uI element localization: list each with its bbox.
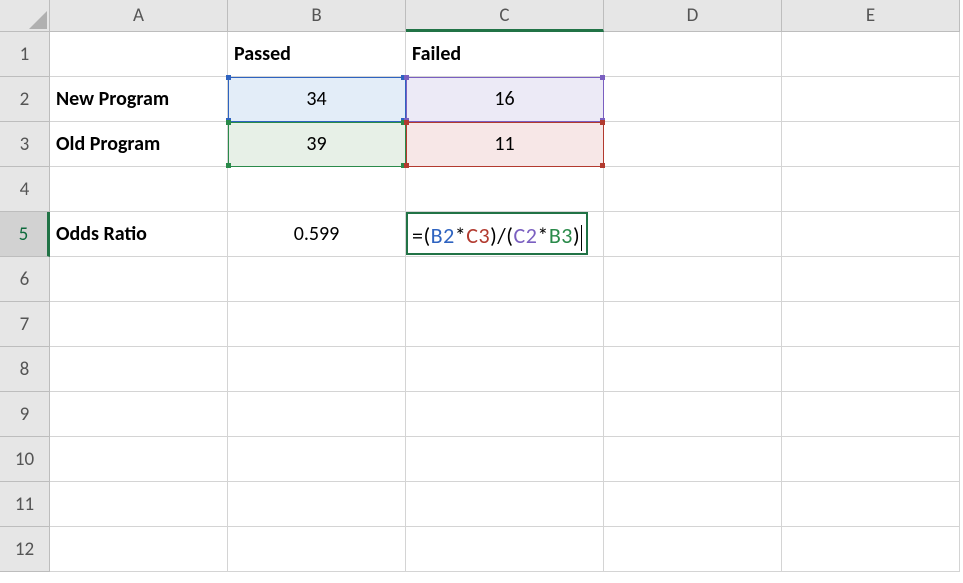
cell-C6[interactable] — [406, 257, 604, 302]
cell-E8[interactable] — [782, 347, 960, 392]
cell-B8[interactable] — [228, 347, 406, 392]
formula-edit-box[interactable]: =(B2*C3)/(C2*B3) — [406, 212, 588, 255]
cell-B11[interactable] — [228, 482, 406, 527]
cell-E11[interactable] — [782, 482, 960, 527]
cell-D1[interactable] — [604, 32, 782, 77]
col-header-B[interactable]: B — [228, 0, 406, 32]
formula-token-star: * — [455, 222, 466, 249]
cell-E4[interactable] — [782, 167, 960, 212]
cell-D4[interactable] — [604, 167, 782, 212]
cell-B1[interactable]: Passed — [228, 32, 406, 77]
cell-C8[interactable] — [406, 347, 604, 392]
cell-C3[interactable]: 11 — [406, 122, 604, 167]
cell-E7[interactable] — [782, 302, 960, 347]
row-header-10[interactable]: 10 — [0, 437, 50, 482]
text-cursor-icon — [581, 225, 582, 251]
cell-A9[interactable] — [50, 392, 228, 437]
cell-A8[interactable] — [50, 347, 228, 392]
cell-B3[interactable]: 39 — [228, 122, 406, 167]
cell-E9[interactable] — [782, 392, 960, 437]
cell-A1[interactable] — [50, 32, 228, 77]
cell-D5[interactable] — [604, 212, 782, 257]
cell-D12[interactable] — [604, 527, 782, 572]
cell-C9[interactable] — [406, 392, 604, 437]
cell-B7[interactable] — [228, 302, 406, 347]
row-header-9[interactable]: 9 — [0, 392, 50, 437]
row-header-5[interactable]: 5 — [0, 212, 50, 257]
cell-A10[interactable] — [50, 437, 228, 482]
formula-token-C3: C3 — [466, 222, 490, 249]
cell-E6[interactable] — [782, 257, 960, 302]
row-header-6[interactable]: 6 — [0, 257, 50, 302]
cell-D9[interactable] — [604, 392, 782, 437]
cell-D10[interactable] — [604, 437, 782, 482]
cell-C10[interactable] — [406, 437, 604, 482]
formula-token-B3: B3 — [549, 222, 573, 249]
cell-B9[interactable] — [228, 392, 406, 437]
cell-A2[interactable]: New Program — [50, 77, 228, 122]
cell-A3[interactable]: Old Program — [50, 122, 228, 167]
formula-token-star2: * — [537, 222, 548, 249]
formula-token-slash: / — [497, 222, 506, 249]
cell-C11[interactable] — [406, 482, 604, 527]
cell-A4[interactable] — [50, 167, 228, 212]
cell-E10[interactable] — [782, 437, 960, 482]
cell-D8[interactable] — [604, 347, 782, 392]
cell-A5[interactable]: Odds Ratio — [50, 212, 228, 257]
col-header-A[interactable]: A — [50, 0, 228, 32]
row-header-1[interactable]: 1 — [0, 32, 50, 77]
cell-C1[interactable]: Failed — [406, 32, 604, 77]
select-all-corner[interactable] — [0, 0, 50, 32]
col-header-C[interactable]: C — [406, 0, 604, 32]
cell-B4[interactable] — [228, 167, 406, 212]
spreadsheet-grid: A B C D E 1 Passed Failed 2 New Program … — [0, 0, 963, 572]
cell-D2[interactable] — [604, 77, 782, 122]
cell-B6[interactable] — [228, 257, 406, 302]
cell-D6[interactable] — [604, 257, 782, 302]
row-header-4[interactable]: 4 — [0, 167, 50, 212]
row-header-8[interactable]: 8 — [0, 347, 50, 392]
formula-token-eq: = — [412, 222, 423, 249]
cell-E2[interactable] — [782, 77, 960, 122]
cell-B10[interactable] — [228, 437, 406, 482]
row-header-11[interactable]: 11 — [0, 482, 50, 527]
col-header-E[interactable]: E — [782, 0, 960, 32]
row-header-2[interactable]: 2 — [0, 77, 50, 122]
formula-token-rparen2: ) — [573, 222, 580, 249]
cell-D11[interactable] — [604, 482, 782, 527]
cell-C4[interactable] — [406, 167, 604, 212]
cell-B2[interactable]: 34 — [228, 77, 406, 122]
cell-A6[interactable] — [50, 257, 228, 302]
cell-E12[interactable] — [782, 527, 960, 572]
cell-D3[interactable] — [604, 122, 782, 167]
cell-C2[interactable]: 16 — [406, 77, 604, 122]
cell-A7[interactable] — [50, 302, 228, 347]
row-header-12[interactable]: 12 — [0, 527, 50, 572]
cell-A12[interactable] — [50, 527, 228, 572]
col-header-D[interactable]: D — [604, 0, 782, 32]
select-all-triangle-icon — [29, 11, 47, 29]
row-header-3[interactable]: 3 — [0, 122, 50, 167]
formula-token-lparen: ( — [423, 222, 430, 249]
cell-A11[interactable] — [50, 482, 228, 527]
cell-C7[interactable] — [406, 302, 604, 347]
cell-B5[interactable]: 0.599 — [228, 212, 406, 257]
formula-token-B2: B2 — [431, 222, 455, 249]
cell-E3[interactable] — [782, 122, 960, 167]
cell-D7[interactable] — [604, 302, 782, 347]
cell-C12[interactable] — [406, 527, 604, 572]
cell-E1[interactable] — [782, 32, 960, 77]
formula-token-C2: C2 — [513, 222, 537, 249]
cell-B12[interactable] — [228, 527, 406, 572]
cell-C5[interactable]: =(B2*C3)/(C2*B3) — [406, 212, 604, 257]
row-header-7[interactable]: 7 — [0, 302, 50, 347]
cell-E5[interactable] — [782, 212, 960, 257]
